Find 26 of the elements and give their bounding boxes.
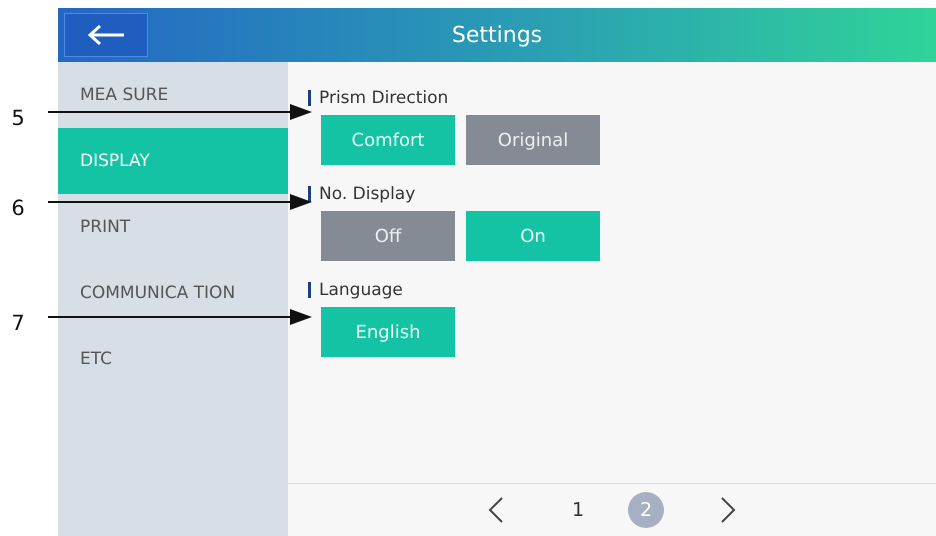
sidebar-item[interactable]: MEA SURE: [58, 62, 288, 128]
page-number[interactable]: 2: [628, 492, 664, 528]
sidebar-item[interactable]: PRINT: [58, 194, 288, 260]
callout-number: 7: [10, 311, 26, 335]
next-page-button[interactable]: [720, 496, 736, 524]
section-marker: [308, 282, 311, 298]
option-button[interactable]: Original: [466, 115, 600, 165]
option-button[interactable]: Off: [321, 211, 455, 261]
sidebar-item[interactable]: DISPLAY: [58, 128, 288, 194]
callout-number: 5: [10, 106, 26, 130]
back-button[interactable]: [64, 13, 148, 57]
section-title: Language: [319, 280, 403, 300]
sidebar-item[interactable]: COMMUNICA TION: [58, 260, 288, 326]
section-marker: [308, 186, 311, 202]
sidebar-item[interactable]: ETC: [58, 326, 288, 392]
back-arrow-icon: [86, 23, 126, 47]
option-button[interactable]: Comfort: [321, 115, 455, 165]
page-number[interactable]: 1: [560, 492, 596, 528]
previous-page-button[interactable]: [488, 496, 504, 524]
section-marker: [308, 90, 311, 106]
callout-number: 6: [10, 196, 26, 220]
section-title: No. Display: [319, 184, 416, 204]
option-button[interactable]: On: [466, 211, 600, 261]
section-title: Prism Direction: [319, 88, 448, 108]
option-button[interactable]: English: [321, 307, 455, 357]
window-title: Settings: [452, 22, 542, 48]
